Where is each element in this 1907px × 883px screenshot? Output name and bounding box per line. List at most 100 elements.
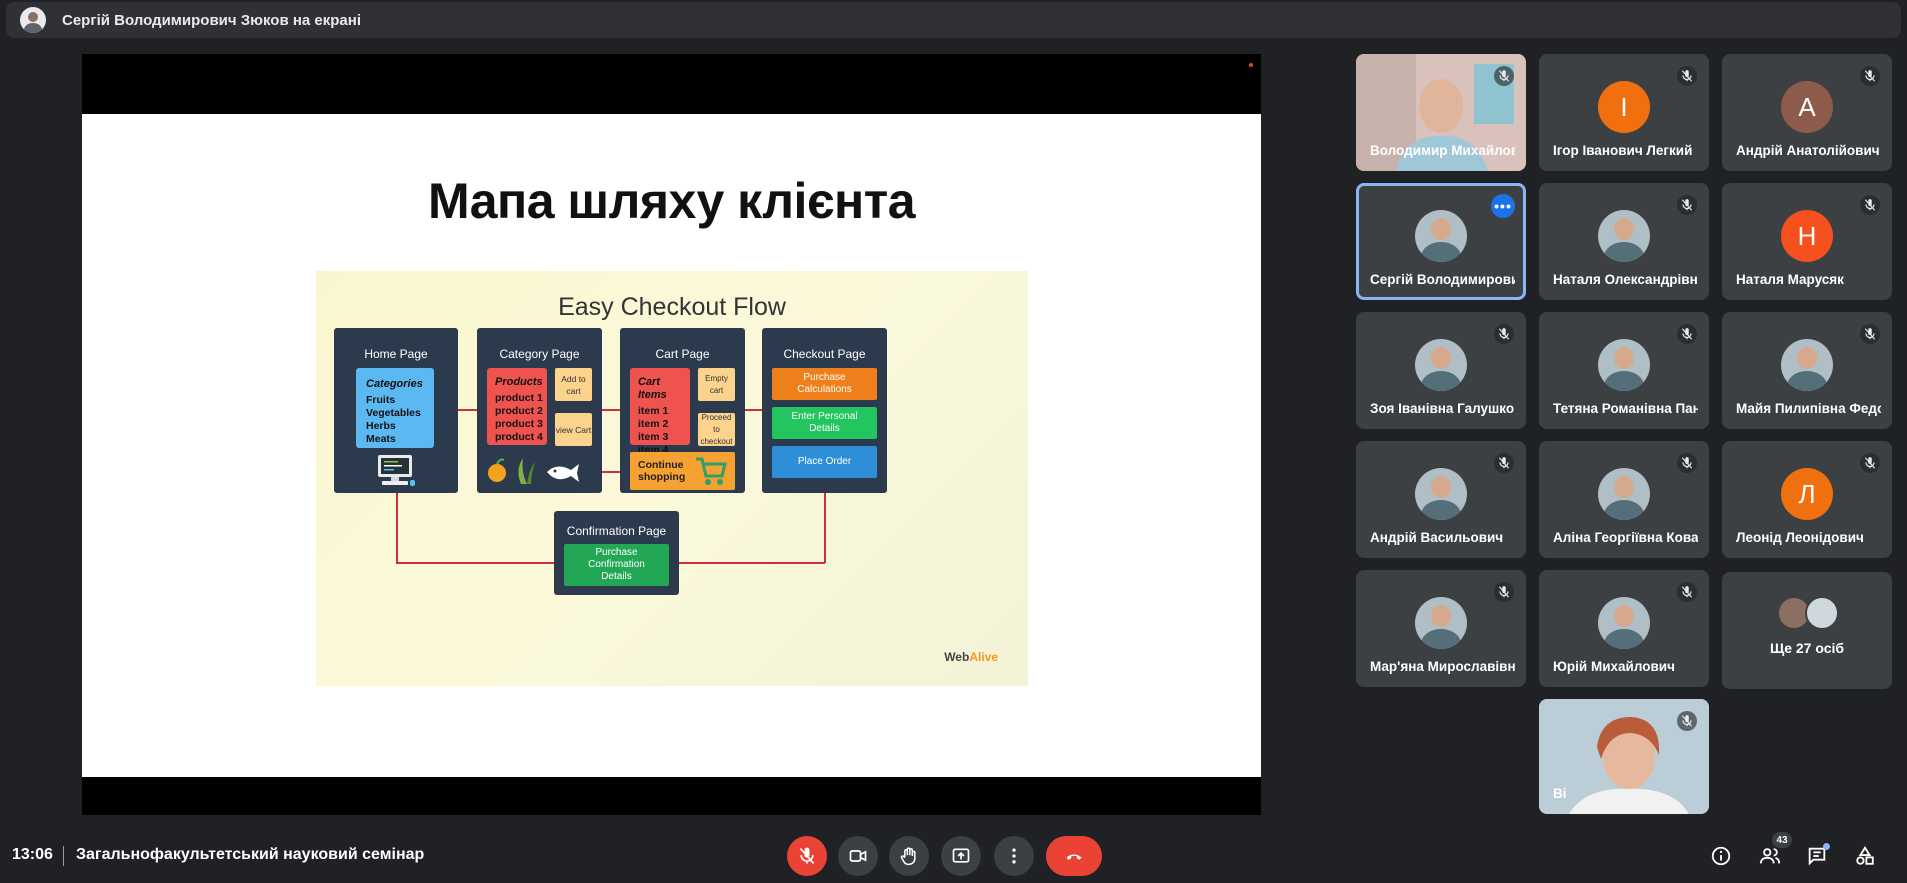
mic-off-icon <box>1677 453 1697 473</box>
avatar-letter: І <box>1620 91 1628 122</box>
participant-tile[interactable]: Володимир Михайлович <box>1356 54 1526 171</box>
present-screen-button[interactable] <box>941 836 981 876</box>
continue-shopping-label: Continue shopping <box>638 459 686 483</box>
meet-window: Сергій Володимирович Зюков на екрані Мап… <box>0 0 1907 883</box>
slide: Мапа шляху клієнта Easy Checkout Flow Ho… <box>82 114 1261 777</box>
category-page-title: Category Page <box>499 347 580 361</box>
people-count-badge: 43 <box>1772 832 1792 848</box>
participant-tile[interactable]: Наталя Олександрівна <box>1539 183 1709 300</box>
participant-tile[interactable]: А Андрій Анатолійович <box>1722 54 1892 171</box>
checkout-page-title: Checkout Page <box>783 347 866 361</box>
more-vert-icon <box>1012 848 1016 864</box>
meeting-details-button[interactable] <box>1707 842 1735 870</box>
mic-off-icon <box>1860 195 1880 215</box>
list-item: item 1 <box>638 405 669 417</box>
view-cart-block: view Cart <box>555 413 592 446</box>
participant-name: Ві <box>1553 786 1567 801</box>
arrow-checkout-confirmation <box>679 562 825 564</box>
mic-off-icon <box>1677 195 1697 215</box>
participant-tile[interactable]: Майя Пилипівна Федорова <box>1722 312 1892 429</box>
participant-tile-video[interactable]: Ві <box>1539 699 1709 814</box>
avatar: Л <box>1781 468 1833 520</box>
participant-tile[interactable]: І Ігор Іванович Легкий <box>1539 54 1709 171</box>
activities-button[interactable] <box>1851 842 1879 870</box>
confirmation-page-panel: Confirmation Page Purchase Confirmation … <box>554 511 679 595</box>
proceed-checkout-block: Proceed to checkout <box>698 413 735 446</box>
participant-tile[interactable]: Зоя Іванівна Галушко <box>1356 312 1526 429</box>
participant-name: Юрій Михайлович <box>1553 659 1675 674</box>
avatar: Н <box>1781 210 1833 262</box>
mic-off-icon <box>1677 711 1697 731</box>
slide-title: Мапа шляху клієнта <box>427 173 916 229</box>
arrow-category-cart <box>602 409 620 411</box>
confirmation-page-title: Confirmation Page <box>566 524 667 538</box>
purchase-calculations-block: Purchase Calculations <box>772 368 877 400</box>
flow-title: Easy Checkout Flow <box>558 293 786 321</box>
hand-icon <box>900 847 916 866</box>
arrow-cart-checkout <box>745 409 762 411</box>
participant-tile[interactable]: Сергій Володимирович ••• <box>1356 183 1526 300</box>
presenter-text: Сергій Володимирович Зюков на екрані <box>62 11 361 29</box>
avatar: А <box>1781 81 1833 133</box>
participant-tile[interactable]: Андрій Васильович <box>1356 441 1526 558</box>
raise-hand-button[interactable] <box>889 836 929 876</box>
mic-toggle-button[interactable] <box>787 836 827 876</box>
products-header: Products <box>495 376 543 388</box>
people-icon <box>1759 848 1781 864</box>
mic-off-icon <box>1677 66 1697 86</box>
participant-tile[interactable]: Аліна Георгіївна Ковальчук <box>1539 441 1709 558</box>
participant-name: Сергій Володимирович <box>1370 272 1515 287</box>
tile-options-icon[interactable]: ••• <box>1491 194 1515 218</box>
avatar <box>1415 597 1467 649</box>
list-item: item 3 <box>638 431 669 443</box>
presentation-stage[interactable]: Мапа шляху клієнта Easy Checkout Flow Ho… <box>82 54 1261 815</box>
chat-button[interactable] <box>1803 842 1831 870</box>
avatar <box>1415 210 1467 262</box>
present-icon <box>952 848 970 863</box>
list-item: product 3 <box>495 418 543 430</box>
participant-name: Тетяна Романівна Панчук <box>1553 401 1698 416</box>
participant-tile[interactable]: Юрій Михайлович <box>1539 570 1709 687</box>
participant-tile[interactable]: Н Наталя Марусяк <box>1722 183 1892 300</box>
list-item: product 1 <box>495 392 543 404</box>
unread-dot <box>1823 843 1830 850</box>
info-icon <box>1711 846 1731 866</box>
avatar <box>1415 339 1467 391</box>
participant-name: Наталя Марусяк <box>1736 272 1844 287</box>
avatar: І <box>1598 81 1650 133</box>
more-participants-label: Ще 27 осіб <box>1769 640 1845 656</box>
divider <box>63 846 64 866</box>
home-page-panel: Home Page Categories Fruits Vegetables H… <box>334 328 458 493</box>
leave-call-button[interactable] <box>1046 836 1102 876</box>
participant-name: Леонід Леонідович <box>1736 530 1864 545</box>
webalive-logo: WebAlive <box>944 650 998 664</box>
people-button[interactable]: 43 <box>1756 832 1792 870</box>
computer-icon <box>378 455 415 486</box>
presenter-bar: Сергій Володимирович Зюков на екрані <box>6 2 1901 38</box>
participant-tile[interactable]: Л Леонід Леонідович <box>1722 441 1892 558</box>
home-page-title: Home Page <box>364 347 428 361</box>
participant-tile[interactable]: Мар'яна Мирославівна <box>1356 570 1526 687</box>
camera-toggle-button[interactable] <box>838 836 878 876</box>
activities-icon <box>1856 846 1874 865</box>
list-item: product 4 <box>495 431 543 443</box>
arrow-checkout-down <box>824 493 826 563</box>
cart-items-list: Cart Items item 1 item 2 item 3 item 4 <box>630 368 690 456</box>
camera-icon <box>849 850 867 862</box>
cart-icon <box>696 457 727 485</box>
place-order-block: Place Order <box>772 446 877 478</box>
list-item: item 2 <box>638 418 669 430</box>
avatar <box>1415 468 1467 520</box>
avatar <box>1598 468 1650 520</box>
mic-off-icon <box>1860 66 1880 86</box>
mic-off-icon <box>1677 582 1697 602</box>
cart-items-header: Cart Items <box>638 376 667 401</box>
avatar <box>1805 596 1839 630</box>
more-options-button[interactable] <box>994 836 1034 876</box>
mic-off-icon <box>1860 324 1880 344</box>
participant-tile[interactable]: Тетяна Романівна Панчук <box>1539 312 1709 429</box>
participant-name: Наталя Олександрівна <box>1553 272 1698 287</box>
avatar-letter: Л <box>1798 478 1816 509</box>
more-participants-tile[interactable]: Ще 27 осіб <box>1722 572 1892 689</box>
avatar-letter: А <box>1798 91 1816 122</box>
